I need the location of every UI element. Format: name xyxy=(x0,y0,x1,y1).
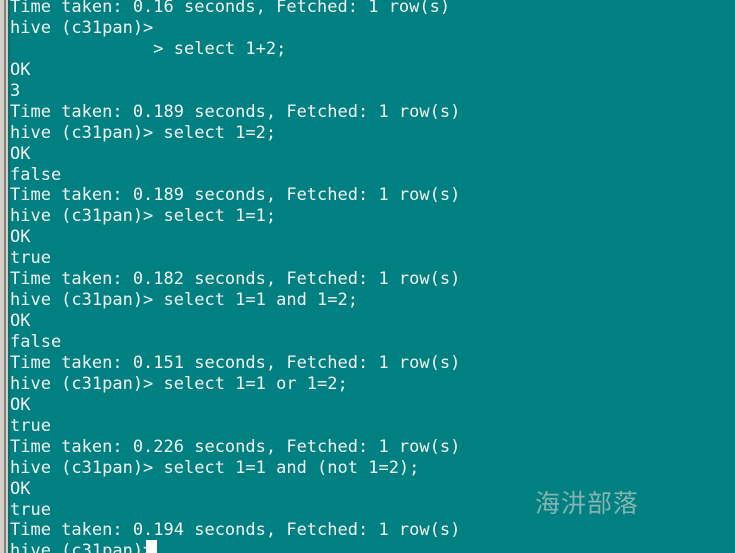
terminal-line: true xyxy=(10,248,51,269)
terminal-line: > select 1+2; xyxy=(10,38,287,59)
watermark-text: 海汫部落 xyxy=(535,489,640,518)
terminal-line: Time taken: 0.226 seconds, Fetched: 1 ro… xyxy=(10,436,461,457)
terminal-line: hive (c31pan)> select 1=1 and (not 1=2); xyxy=(10,457,420,478)
terminal-cursor xyxy=(146,540,157,553)
terminal-line: Time taken: 0.16 seconds, Fetched: 1 row… xyxy=(10,0,451,17)
terminal-window: Time taken: 0.16 seconds, Fetched: 1 row… xyxy=(0,0,735,553)
terminal-screen[interactable]: Time taken: 0.16 seconds, Fetched: 1 row… xyxy=(8,0,735,553)
terminal-output: Time taken: 0.16 seconds, Fetched: 1 row… xyxy=(10,0,735,553)
terminal-line: Time taken: 0.151 seconds, Fetched: 1 ro… xyxy=(10,352,461,373)
terminal-line: hive (c31pan)> select 1=1 or 1=2; xyxy=(10,373,348,394)
terminal-line: Time taken: 0.182 seconds, Fetched: 1 ro… xyxy=(10,269,461,290)
terminal-line: hive (c31pan)> select 1=1 and 1=2; xyxy=(10,290,358,311)
terminal-line: false xyxy=(10,164,62,185)
terminal-line: false xyxy=(10,332,62,352)
terminal-line: OK xyxy=(10,311,31,332)
terminal-line: OK xyxy=(10,227,31,248)
terminal-line: OK xyxy=(10,143,31,164)
terminal-line: hive (c31pan)> select 1=1; xyxy=(10,206,277,227)
terminal-line: OK xyxy=(10,59,31,80)
terminal-line: hive (c31pan)> select 1=2; xyxy=(10,122,277,143)
terminal-line: Time taken: 0.194 seconds, Fetched: 1 ro… xyxy=(10,520,461,541)
terminal-line: OK xyxy=(10,394,31,415)
terminal-line: true xyxy=(10,415,51,436)
terminal-line: Time taken: 0.189 seconds, Fetched: 1 ro… xyxy=(10,185,461,206)
terminal-line: 3 xyxy=(10,80,21,101)
terminal-inner-edge xyxy=(8,0,10,553)
terminal-line: Time taken: 0.189 seconds, Fetched: 1 ro… xyxy=(10,101,461,122)
terminal-line: hive (c31pan)> xyxy=(10,17,154,38)
terminal-line: hive (c31pan)> xyxy=(10,541,154,553)
